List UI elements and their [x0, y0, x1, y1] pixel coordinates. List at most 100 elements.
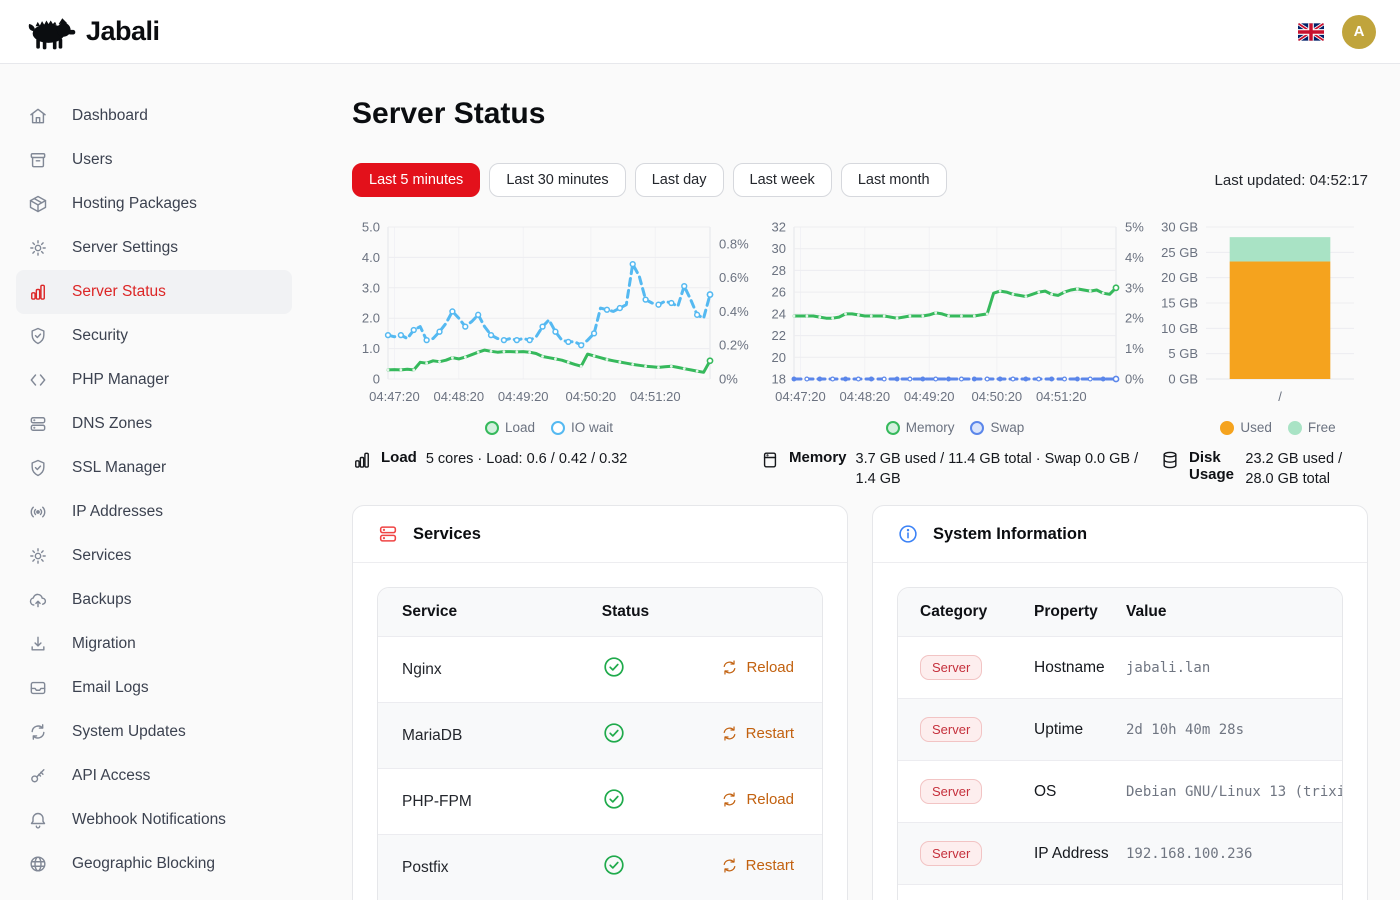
refresh-icon [28, 722, 48, 742]
sidebar-item-label: Server Settings [72, 239, 178, 257]
property-name: OS [1016, 761, 1126, 823]
service-name: Postfix [378, 835, 578, 900]
sidebar-item-backups[interactable]: Backups [0, 578, 292, 622]
sidebar-item-email-logs[interactable]: Email Logs [0, 666, 292, 710]
sidebar-item-dashboard[interactable]: Dashboard [0, 94, 292, 138]
svg-text:0.2%: 0.2% [719, 338, 749, 353]
table-row: ServerUptime2d 10h 40m 28s [898, 699, 1342, 761]
sidebar-item-dns-zones[interactable]: DNS Zones [0, 402, 292, 446]
property-name: Hostname [1016, 637, 1126, 699]
system-info-table: CategoryPropertyValueServerHostnamejabal… [898, 588, 1342, 900]
load-stat: Load 5 cores · Load: 0.6 / 0.42 / 0.32 [352, 449, 760, 470]
services-card-title: Services [413, 525, 481, 544]
sidebar-item-label: Geographic Blocking [72, 855, 215, 873]
sidebar-item-hosting-packages[interactable]: Hosting Packages [0, 182, 292, 226]
refresh-icon [721, 659, 738, 676]
memory-stat: Memory3.7 GB used / 11.4 GB total · Swap… [760, 449, 1160, 489]
sidebar-item-ip-addresses[interactable]: IP Addresses [0, 490, 292, 534]
category-badge: Server [920, 717, 982, 742]
sidebar-item-geographic-blocking[interactable]: Geographic Blocking [0, 842, 292, 886]
svg-text:0.6%: 0.6% [719, 270, 749, 285]
svg-text:15 GB: 15 GB [1161, 296, 1198, 311]
filter-last-day[interactable]: Last day [635, 163, 724, 197]
refresh-icon [721, 725, 738, 742]
page-title: Server Status [352, 97, 1368, 131]
service-status [578, 769, 689, 835]
info-icon [897, 523, 919, 545]
svg-text:5%: 5% [1125, 220, 1144, 235]
sidebar-item-label: System Updates [72, 723, 186, 741]
service-name: Nginx [378, 637, 578, 703]
stat-label: Load [381, 449, 417, 466]
legend-item-memory: Memory [886, 420, 955, 435]
boar-logo-icon [24, 13, 76, 51]
legend-item-load: Load [485, 420, 535, 435]
sidebar-item-api-access[interactable]: API Access [0, 754, 292, 798]
svg-text:1%: 1% [1125, 341, 1144, 356]
svg-text:0: 0 [373, 372, 380, 387]
restart-button[interactable]: Restart [721, 857, 794, 874]
globe-icon [28, 854, 48, 874]
services-table: ServiceStatusNginxReloadMariaDBRestartPH… [378, 588, 822, 900]
load-chart-block: 5.04.03.02.01.000.8%0.6%0.4%0.2%0%04:47:… [352, 213, 760, 489]
language-flag-icon[interactable] [1298, 23, 1324, 41]
filter-last-30-minutes[interactable]: Last 30 minutes [489, 163, 625, 197]
sidebar-item-label: Webhook Notifications [72, 811, 226, 829]
memory-chart: 32302826242220185%4%3%2%1%0%04:47:2004:4… [760, 213, 1160, 413]
sidebar-item-label: PHP Manager [72, 371, 169, 389]
svg-text:/: / [1278, 389, 1282, 404]
stack-icon [28, 414, 48, 434]
column-header: Property [1016, 588, 1126, 637]
sidebar-item-php-manager[interactable]: PHP Manager [0, 358, 292, 402]
stat-value: 5 cores · Load: 0.6 / 0.42 / 0.32 [426, 449, 628, 469]
svg-text:4%: 4% [1125, 250, 1144, 265]
system-card-title: System Information [933, 525, 1087, 544]
disk-chart-legend: UsedFree [1174, 420, 1382, 435]
table-row: ServerConnections113 [898, 885, 1342, 900]
sidebar-item-users[interactable]: Users [0, 138, 292, 182]
sidebar-item-ssl-manager[interactable]: SSL Manager [0, 446, 292, 490]
svg-text:18: 18 [772, 372, 786, 387]
cloudup-icon [28, 590, 48, 610]
svg-text:0 GB: 0 GB [1168, 372, 1198, 387]
bars-icon [28, 282, 48, 302]
stat-value: 23.2 GB used / 28.0 GB total [1245, 449, 1354, 489]
load-chart: 5.04.03.02.01.000.8%0.6%0.4%0.2%0%04:47:… [352, 213, 760, 413]
user-avatar[interactable]: A [1342, 15, 1376, 49]
sidebar-item-server-settings[interactable]: Server Settings [0, 226, 292, 270]
gear-icon [28, 546, 48, 566]
sidebar-item-label: Backups [72, 591, 131, 609]
sidebar-item-label: IP Addresses [72, 503, 163, 521]
table-row: MariaDB Restart [378, 703, 822, 769]
sidebar-item-server-status[interactable]: Server Status [16, 270, 292, 314]
svg-text:0.8%: 0.8% [719, 236, 749, 251]
svg-text:20 GB: 20 GB [1161, 270, 1198, 285]
last-updated: Last updated: 04:52:17 [1215, 172, 1368, 189]
reload-button[interactable]: Reload [721, 791, 794, 808]
sidebar-item-system-updates[interactable]: System Updates [0, 710, 292, 754]
sidebar-item-label: SSL Manager [72, 459, 166, 477]
service-name: MariaDB [378, 703, 578, 769]
svg-text:20: 20 [772, 350, 786, 365]
sidebar-item-security[interactable]: Security [0, 314, 292, 358]
svg-text:10 GB: 10 GB [1161, 321, 1198, 336]
column-header: Service [378, 588, 578, 637]
filter-last-5-minutes[interactable]: Last 5 minutes [352, 163, 480, 197]
sidebar-item-webhook-notifications[interactable]: Webhook Notifications [0, 798, 292, 842]
filter-last-week[interactable]: Last week [733, 163, 832, 197]
category-badge: Server [920, 841, 982, 866]
svg-text:3.0: 3.0 [362, 280, 380, 295]
svg-text:04:47:20: 04:47:20 [775, 389, 826, 404]
stat-label: Disk Usage [1189, 449, 1236, 483]
services-card: Services ServiceStatusNginx Reload MariaDB… [352, 505, 848, 900]
main-content: Server Status Last 5 minutes Last 30 minu… [304, 64, 1400, 900]
filter-last-month[interactable]: Last month [841, 163, 947, 197]
table-header-row: ServiceStatus [378, 588, 822, 637]
archive-icon [28, 150, 48, 170]
reload-button[interactable]: Reload [721, 659, 794, 676]
restart-button[interactable]: Restart [721, 725, 794, 742]
sidebar-item-services[interactable]: Services [0, 534, 292, 578]
sidebar-item-label: Dashboard [72, 107, 148, 125]
sidebar-item-migration[interactable]: Migration [0, 622, 292, 666]
property-name: IP Address [1016, 823, 1126, 885]
